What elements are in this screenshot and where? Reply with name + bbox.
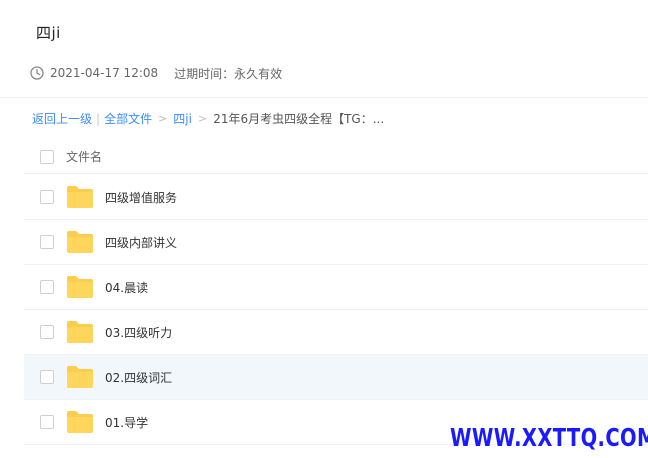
row-checkbox[interactable] <box>40 325 54 339</box>
header-divider <box>0 97 648 98</box>
watermark-text: WWW.XXTTQ.COM <box>450 423 648 452</box>
parent-folder-link[interactable]: 四ji <box>173 110 192 127</box>
breadcrumb: 返回上一级 | 全部文件 > 四ji > 21年6月考虫四级全程【TG：... <box>32 110 384 127</box>
chevron-right-icon: > <box>197 112 208 125</box>
back-link[interactable]: 返回上一级 <box>32 110 92 127</box>
share-date: 2021-04-17 12:08 <box>50 66 159 80</box>
row-checkbox[interactable] <box>40 280 54 294</box>
row-checkbox[interactable] <box>40 190 54 204</box>
current-folder: 21年6月考虫四级全程【TG：... <box>213 112 385 126</box>
breadcrumb-pipe: | <box>96 111 101 126</box>
clock-icon <box>30 66 44 80</box>
file-name[interactable]: 四级内部讲义 <box>105 234 177 251</box>
list-item[interactable]: 04.晨读 <box>24 265 648 310</box>
file-name[interactable]: 03.四级听力 <box>105 324 172 341</box>
all-files-link[interactable]: 全部文件 <box>104 110 152 127</box>
list-item[interactable]: 四级内部讲义 <box>24 220 648 265</box>
folder-icon <box>67 366 93 388</box>
chevron-right-icon: > <box>158 112 168 125</box>
file-name[interactable]: 04.晨读 <box>105 279 148 296</box>
file-name[interactable]: 四级增值服务 <box>105 189 177 206</box>
folder-icon <box>67 276 93 298</box>
folder-icon <box>67 186 93 208</box>
expire-label: 过期时间： <box>174 66 235 81</box>
list-item[interactable]: 四级增值服务 <box>24 175 648 220</box>
row-checkbox[interactable] <box>40 415 54 429</box>
file-name[interactable]: 01.导学 <box>105 414 148 431</box>
select-all-checkbox[interactable] <box>40 149 54 164</box>
expire-value: 永久有效 <box>234 66 283 81</box>
folder-icon <box>67 321 93 343</box>
share-title: 四ji <box>36 24 61 42</box>
folder-icon <box>67 411 93 433</box>
list-item[interactable]: 02.四级词汇 <box>24 355 648 400</box>
list-item[interactable]: 03.四级听力 <box>24 310 648 355</box>
row-checkbox[interactable] <box>40 235 54 249</box>
row-checkbox[interactable] <box>40 370 54 384</box>
file-name[interactable]: 02.四级词汇 <box>105 369 172 386</box>
column-filename[interactable]: 文件名 <box>66 148 102 165</box>
file-list-header: 文件名 <box>24 140 648 174</box>
folder-icon <box>67 231 93 253</box>
share-header: 四ji 2021-04-17 12:08 过期时间： 永久有效 <box>0 0 648 97</box>
share-meta: 2021-04-17 12:08 过期时间： 永久有效 <box>30 65 282 81</box>
file-list: 四级增值服务 四级内部讲义 04.晨读 03.四级听力 02.四级词汇 01.导… <box>24 175 648 445</box>
